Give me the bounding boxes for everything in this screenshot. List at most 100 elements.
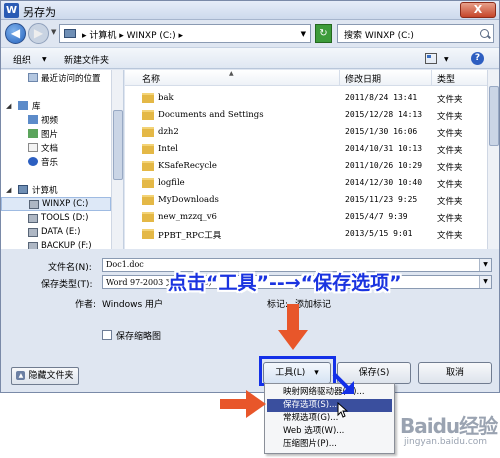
table-row[interactable]: logfile 2014/12/30 10:40 文件夹 xyxy=(125,175,487,192)
nav-item-drive-d[interactable]: TOOLS (D:) xyxy=(1,212,111,226)
nav-item-drive-f[interactable]: BACKUP (F:) xyxy=(1,240,111,249)
drive-icon xyxy=(28,214,38,223)
chevron-down-icon: ▼ xyxy=(42,56,47,63)
cancel-button[interactable]: 取消 xyxy=(418,362,492,384)
file-date: 2014/12/30 10:40 xyxy=(345,178,423,187)
address-bar: ◀ ▶ ▼ ▸ 计算机 ▸ WINXP (C:) ▸ ▼ ↻ 搜索 WINXP … xyxy=(1,21,499,45)
table-row[interactable]: new_mzzq_v6 2015/4/7 9:39 文件夹 xyxy=(125,209,487,226)
table-row[interactable]: Documents and Settings 2015/12/28 14:13 … xyxy=(125,107,487,124)
save-thumbnail-label: 保存缩略图 xyxy=(116,332,162,342)
file-type: 文件夹 xyxy=(437,180,463,190)
author-label: 作者: xyxy=(75,300,97,310)
nav-item-drive-c[interactable]: WINXP (C:) xyxy=(1,197,111,211)
nav-item-documents[interactable]: 文档 xyxy=(1,141,111,155)
menu-item-web-options[interactable]: Web 选项(W)... xyxy=(267,425,392,438)
refresh-button[interactable]: ↻ xyxy=(315,24,332,43)
breadcrumb[interactable]: ▸ 计算机 ▸ WINXP (C:) ▸ ▼ xyxy=(59,24,311,43)
chevron-down-icon[interactable]: ▼ xyxy=(479,276,491,288)
tree-expander[interactable]: ◢ xyxy=(6,102,11,110)
folder-icon xyxy=(142,212,154,222)
organize-button[interactable]: 组织 xyxy=(13,53,31,66)
hide-folders-button[interactable]: ▲ 隐藏文件夹 xyxy=(11,367,79,385)
computer-icon xyxy=(18,185,28,194)
table-row[interactable]: bak 2011/8/24 13:41 文件夹 xyxy=(125,90,487,107)
documents-icon xyxy=(28,143,38,152)
file-date: 2011/8/24 13:41 xyxy=(345,93,418,102)
close-button[interactable]: X xyxy=(460,2,496,18)
nav-item-computer[interactable]: ◢ 计算机 xyxy=(1,183,111,197)
tree-expander[interactable]: ◢ xyxy=(6,186,11,194)
table-row[interactable]: PPBT_RPC工具 2013/5/15 9:01 文件夹 xyxy=(125,226,487,243)
computer-icon xyxy=(64,29,76,38)
file-list-scrollbar[interactable] xyxy=(487,70,499,249)
navigation-pane: 最近访问的位置 ◢ 库 视频 图片 文档 音乐 ◢ 计算机 WINXP (C:)… xyxy=(1,70,124,249)
hide-folders-label: 隐藏文件夹 xyxy=(28,371,74,381)
search-input[interactable]: 搜索 WINXP (C:) xyxy=(337,24,494,43)
file-name: logfile xyxy=(158,178,185,188)
file-date: 2015/11/23 9:25 xyxy=(345,195,418,204)
nav-item-label: TOOLS (D:) xyxy=(41,213,89,223)
nav-item-libraries[interactable]: ◢ 库 xyxy=(1,99,111,113)
column-header-name[interactable]: 名称 xyxy=(142,72,160,85)
nav-item-label: 图片 xyxy=(41,130,59,140)
file-name: dzh2 xyxy=(158,127,179,137)
file-date: 2015/12/28 14:13 xyxy=(345,110,423,119)
file-name: Intel xyxy=(158,144,178,154)
table-row[interactable]: dzh2 2015/1/30 16:06 文件夹 xyxy=(125,124,487,141)
nav-item-music[interactable]: 音乐 xyxy=(1,155,111,169)
author-value[interactable]: Windows 用户 xyxy=(102,297,163,310)
menu-item-save-options[interactable]: 保存选项(S)... xyxy=(267,399,392,412)
recent-locations-dropdown[interactable]: ▼ xyxy=(51,28,56,36)
table-row[interactable]: MyDownloads 2015/11/23 9:25 文件夹 xyxy=(125,192,487,209)
forward-button[interactable]: ▶ xyxy=(28,23,49,44)
chevron-down-icon[interactable]: ▼ xyxy=(444,56,449,63)
menu-item-general-options[interactable]: 常规选项(G)... xyxy=(267,412,392,425)
menu-item-compress-pictures[interactable]: 压缩图片(P)... xyxy=(267,438,392,451)
scrollbar-thumb[interactable] xyxy=(489,86,499,146)
nav-item-label: 音乐 xyxy=(41,158,59,168)
column-divider[interactable] xyxy=(339,70,340,86)
file-date: 2015/4/7 9:39 xyxy=(345,212,408,221)
word-app-icon: W xyxy=(4,3,19,18)
blue-arrow-icon xyxy=(332,372,354,394)
red-arrow-right-icon xyxy=(220,390,266,418)
file-name: Documents and Settings xyxy=(158,110,264,120)
column-header-type[interactable]: 类型 xyxy=(437,72,455,85)
nav-item-label: 最近访问的位置 xyxy=(41,74,101,84)
filename-value: Doc1.doc xyxy=(106,260,144,269)
tools-highlight-box xyxy=(259,356,336,386)
menu-item-map-network-drive[interactable]: 映射网络驱动器(M)... xyxy=(267,386,392,399)
scrollbar-thumb[interactable] xyxy=(113,110,123,180)
back-button[interactable]: ◀ xyxy=(5,23,26,44)
chevron-down-icon[interactable]: ▼ xyxy=(479,259,491,271)
nav-item-label: WINXP (C:) xyxy=(42,199,89,209)
nav-item-label: 视频 xyxy=(41,116,59,126)
baidu-jingyan-watermark: Baidu经验 jingyan.baidu.com xyxy=(400,410,498,454)
table-row[interactable]: KSafeRecycle 2011/10/26 10:29 文件夹 xyxy=(125,158,487,175)
filename-label: 文件名(N): xyxy=(48,263,92,273)
recent-places-icon xyxy=(28,73,38,82)
column-header-date[interactable]: 修改日期 xyxy=(345,72,381,85)
column-divider[interactable] xyxy=(431,70,432,86)
nav-item-recent-places[interactable]: 最近访问的位置 xyxy=(1,71,111,85)
save-thumbnail-checkbox[interactable] xyxy=(102,330,112,340)
nav-item-label: 库 xyxy=(32,102,41,112)
music-icon xyxy=(28,157,38,166)
save-options-form: 文件名(N): Doc1.doc ▼ 保存类型(T): Word 97-2003… xyxy=(1,250,499,358)
chevron-down-icon[interactable]: ▼ xyxy=(301,30,306,38)
file-type: 文件夹 xyxy=(437,231,463,241)
nav-scrollbar[interactable] xyxy=(111,70,123,249)
red-arrow-down-icon xyxy=(278,304,308,350)
file-name: KSafeRecycle xyxy=(158,161,217,171)
search-icon xyxy=(480,29,489,38)
watermark-url: jingyan.baidu.com xyxy=(404,437,488,447)
title-bar: W 另存为 X xyxy=(1,1,499,20)
sort-ascending-icon: ▲ xyxy=(229,70,234,77)
help-icon[interactable]: ? xyxy=(471,52,484,65)
view-icon[interactable] xyxy=(425,53,437,64)
nav-item-pictures[interactable]: 图片 xyxy=(1,127,111,141)
table-row[interactable]: Intel 2014/10/31 10:13 文件夹 xyxy=(125,141,487,158)
nav-item-drive-e[interactable]: DATA (E:) xyxy=(1,226,111,240)
new-folder-button[interactable]: 新建文件夹 xyxy=(64,53,109,66)
nav-item-videos[interactable]: 视频 xyxy=(1,113,111,127)
